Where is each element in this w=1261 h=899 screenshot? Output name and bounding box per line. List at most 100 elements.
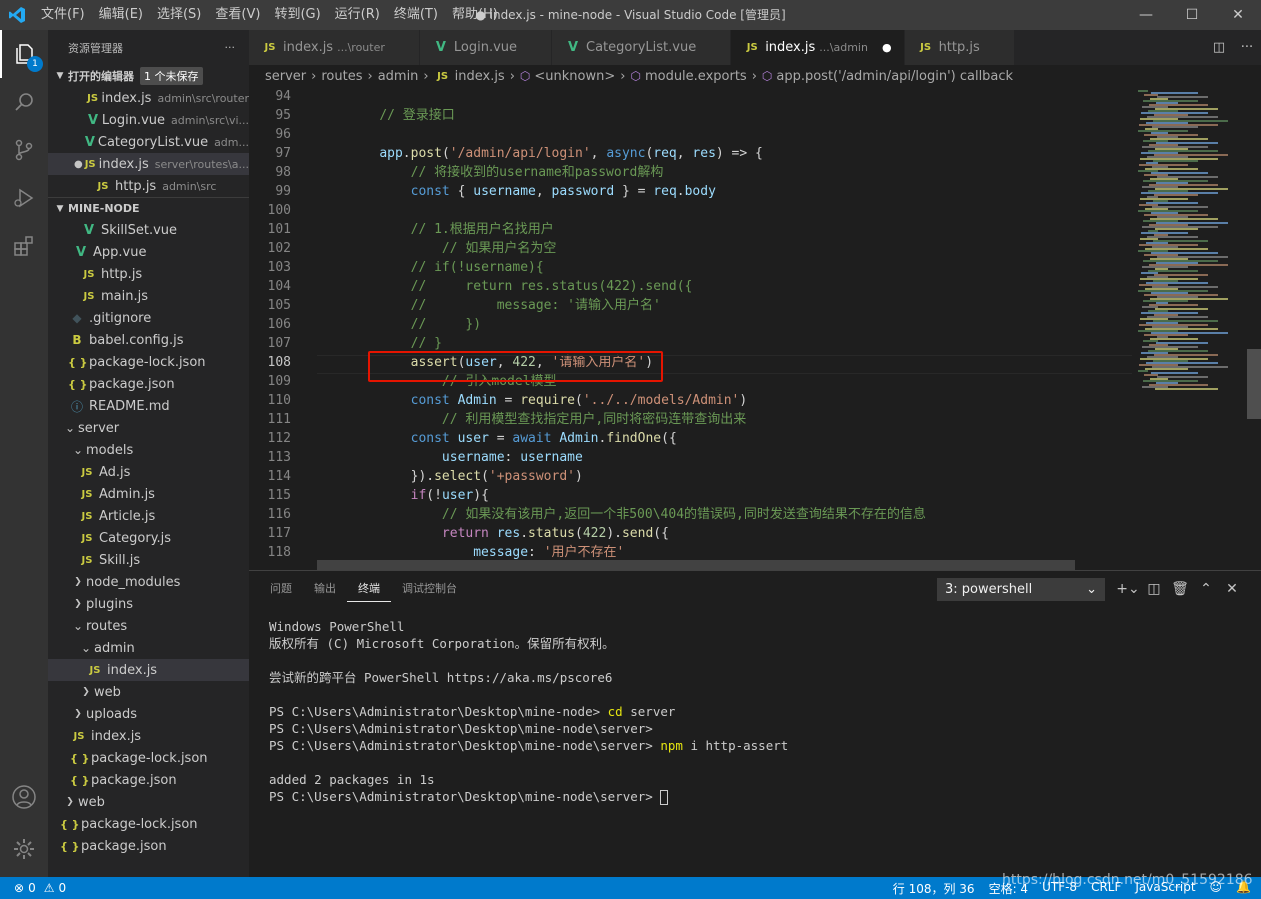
open-editor-item[interactable]: ● JS index.js server\routes\a... — [48, 153, 249, 175]
tree-item[interactable]: JS index.js — [48, 659, 249, 681]
unsaved-dot-icon[interactable]: ● — [882, 41, 892, 54]
code-line: 112 const user = await Admin.findOne({ — [249, 429, 1132, 448]
menu-item[interactable]: 文件(F) — [34, 0, 92, 30]
breadcrumb-item[interactable]: app.post('/admin/api/login') callback — [776, 69, 1013, 84]
tab-CategoryList-vue[interactable]: V CategoryList.vue — [552, 30, 732, 65]
tree-item[interactable]: JS index.js — [48, 725, 249, 747]
menu-bar: 文件(F) 编辑(E) 选择(S) 查看(V) 转到(G) 运行(R) 终端(T) 帮助(H) — [34, 0, 505, 30]
extensions-icon[interactable] — [0, 222, 48, 270]
tree-item[interactable]: Bbabel.config.js — [48, 329, 249, 351]
split-terminal-icon[interactable]: ◫ — [1141, 578, 1167, 601]
tree-item[interactable]: ❯ node_modules — [48, 571, 249, 593]
breadcrumb-item[interactable]: index.js — [455, 69, 505, 84]
add-terminal-icon[interactable]: +⌄ — [1115, 578, 1141, 601]
tree-item[interactable]: JS Article.js — [48, 505, 249, 527]
tree-item[interactable]: ⓘ README.md — [48, 395, 249, 417]
tree-item[interactable]: ❯ web — [48, 791, 249, 813]
panel-tab[interactable]: 调试控制台 — [391, 571, 468, 607]
terminal-line: PS C:\Users\Administrator\Desktop\mine-n… — [269, 738, 789, 753]
source-control-icon[interactable] — [0, 126, 48, 174]
menu-item[interactable]: 编辑(E) — [92, 0, 150, 30]
open-editor-item[interactable]: JS index.js admin\src\router — [48, 87, 249, 109]
menu-item[interactable]: 运行(R) — [328, 0, 387, 30]
tree-item[interactable]: ❯ uploads — [48, 703, 249, 725]
terminal-output[interactable]: Windows PowerShell 版权所有 (C) Microsoft Cor… — [269, 618, 788, 805]
panel-tab[interactable]: 问题 — [259, 571, 303, 607]
terminal-select[interactable]: 3: powershell ⌄ — [937, 578, 1105, 601]
tree-item[interactable]: JS http.js — [48, 263, 249, 285]
chevron-right-icon: ❯ — [74, 577, 82, 587]
tab-Login-vue[interactable]: V Login.vue — [419, 30, 553, 65]
breadcrumb-item[interactable]: admin — [378, 69, 419, 84]
tree-item[interactable]: { } package.json — [48, 835, 249, 857]
menu-item[interactable]: 转到(G) — [267, 0, 327, 30]
panel-tab[interactable]: 终端 — [347, 576, 391, 602]
menu-item[interactable]: 终端(T) — [387, 0, 445, 30]
scroll-thumb[interactable] — [1247, 349, 1261, 419]
more-actions-icon[interactable]: ··· — [1233, 40, 1261, 55]
panel-tab[interactable]: 输出 — [303, 571, 347, 607]
horizontal-scrollbar[interactable] — [317, 560, 1075, 570]
cursor-position[interactable]: 行 108，列 36 — [893, 880, 975, 897]
terminal-line: 版权所有 (C) Microsoft Corporation。保留所有权利。 — [269, 636, 615, 651]
tree-item[interactable]: { } package.json — [48, 769, 249, 791]
run-debug-icon[interactable] — [0, 174, 48, 222]
open-editor-item[interactable]: V CategoryList.vue adm... — [48, 131, 249, 153]
open-editors-header[interactable]: ▼ 打开的编辑器 1 个未保存 — [48, 65, 249, 87]
tree-item[interactable]: ⌄ admin — [48, 637, 249, 659]
close-window-button[interactable]: ✕ — [1215, 0, 1261, 30]
tab-label: index.js — [765, 40, 816, 55]
tree-item[interactable]: { } package.json — [48, 373, 249, 395]
close-panel-icon[interactable]: ✕ — [1219, 578, 1245, 601]
problems-status[interactable]: ⊗ 0 ⚠ 0 — [0, 881, 66, 895]
tree-item[interactable]: { } package-lock.json — [48, 351, 249, 373]
breadcrumb-item[interactable]: module.exports — [645, 69, 747, 84]
chevron-down-icon: ⌄ — [64, 421, 76, 435]
settings-gear-icon[interactable] — [0, 825, 48, 873]
split-editor-icon[interactable]: ◫ — [1205, 40, 1233, 55]
code-editor[interactable]: 94 95 // 登录接口 96 97 app.post('/admin/api/lo… — [249, 87, 1132, 570]
minimap[interactable] — [1132, 87, 1247, 570]
explorer-icon[interactable]: 1 — [0, 30, 48, 78]
account-icon[interactable] — [0, 773, 48, 821]
breadcrumb-item[interactable]: <unknown> — [534, 69, 615, 84]
menu-item[interactable]: 选择(S) — [150, 0, 208, 30]
tree-item[interactable]: ⌄ server — [48, 417, 249, 439]
tree-item[interactable]: ❯ plugins — [48, 593, 249, 615]
menu-item[interactable]: 帮助(H) — [445, 0, 505, 30]
tree-item[interactable]: ◆ .gitignore — [48, 307, 249, 329]
tree-item[interactable]: { } package-lock.json — [48, 747, 249, 769]
vertical-scrollbar[interactable] — [1247, 87, 1261, 570]
code-text: if(!user){ — [410, 488, 489, 503]
tree-item[interactable]: JS Admin.js — [48, 483, 249, 505]
tree-item[interactable]: JS Skill.js — [48, 549, 249, 571]
more-actions-icon[interactable]: ··· — [225, 41, 236, 54]
breadcrumb-item[interactable]: routes — [321, 69, 362, 84]
tree-item[interactable]: JS Category.js — [48, 527, 249, 549]
project-header[interactable]: ▼ MINE-NODE — [48, 197, 249, 219]
tab-index-js[interactable]: JS index.js ...\admin ● — [731, 30, 905, 65]
tree-item[interactable]: ⌄ models — [48, 439, 249, 461]
js-file-icon: JS — [81, 466, 93, 478]
tree-item[interactable]: ⌄ routes — [48, 615, 249, 637]
tree-item[interactable]: JS Ad.js — [48, 461, 249, 483]
open-editor-item[interactable]: V Login.vue admin\src\vi... — [48, 109, 249, 131]
trash-icon[interactable]: 🗑 — [1167, 578, 1193, 601]
terminal-cursor — [660, 790, 669, 805]
menu-item[interactable]: 查看(V) — [208, 0, 267, 30]
tree-item[interactable]: ❯ web — [48, 681, 249, 703]
tree-item[interactable]: JS main.js — [48, 285, 249, 307]
search-icon[interactable] — [0, 78, 48, 126]
tree-item[interactable]: V SkillSet.vue — [48, 219, 249, 241]
breadcrumb-item[interactable]: server — [265, 69, 306, 84]
open-editor-item[interactable]: JS http.js admin\src — [48, 175, 249, 197]
minimap-line — [1151, 92, 1198, 94]
tree-item[interactable]: { } package-lock.json — [48, 813, 249, 835]
tab-index-js[interactable]: JS index.js ...\router — [249, 30, 420, 65]
maximize-panel-icon[interactable]: ⌃ — [1193, 578, 1219, 601]
maximize-button[interactable]: ☐ — [1169, 0, 1215, 30]
js-file-icon: JS — [81, 532, 93, 544]
tree-item[interactable]: V App.vue — [48, 241, 249, 263]
minimize-button[interactable]: — — [1123, 0, 1169, 30]
tab-http-js[interactable]: JS http.js — [904, 30, 1015, 65]
